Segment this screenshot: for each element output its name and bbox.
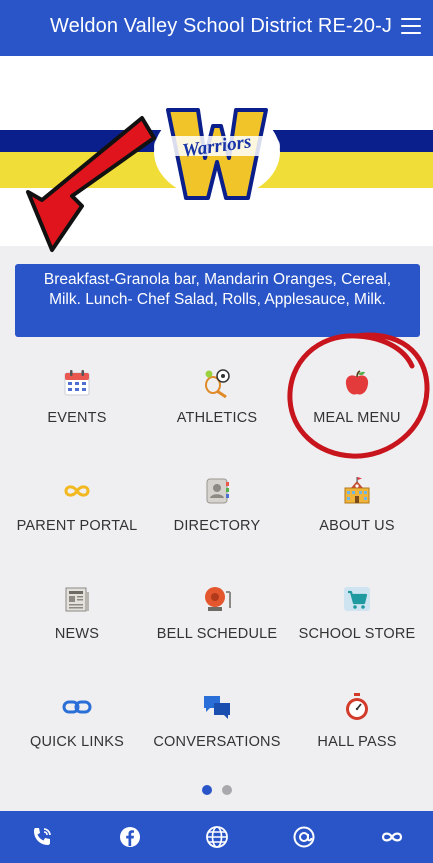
- hamburger-menu-icon[interactable]: [401, 18, 421, 34]
- tile-meal-menu[interactable]: MEAL MENU: [285, 346, 429, 446]
- announcement-banner[interactable]: Breakfast-Granola bar, Mandarin Oranges,…: [15, 264, 420, 337]
- phone-icon[interactable]: [30, 825, 54, 849]
- tile-athletics[interactable]: ATHLETICS: [145, 346, 289, 446]
- school-banner: Warriors: [0, 56, 433, 246]
- school-icon: [344, 477, 370, 504]
- tile-hall-pass[interactable]: HALL PASS: [285, 670, 429, 770]
- tile-label: CONVERSATIONS: [153, 734, 281, 750]
- bottom-navigation-bar: [0, 811, 433, 863]
- tile-school-store[interactable]: SCHOOL STORE: [285, 562, 429, 662]
- tile-conversations[interactable]: CONVERSATIONS: [145, 670, 289, 770]
- tile-quick-links[interactable]: QUICK LINKS: [5, 670, 149, 770]
- tile-about-us[interactable]: ABOUT US: [285, 454, 429, 554]
- tile-news[interactable]: NEWS: [5, 562, 149, 662]
- email-at-icon[interactable]: [292, 825, 316, 849]
- chat-bubbles-icon: [204, 696, 230, 719]
- sports-icon: [205, 369, 230, 398]
- globe-icon[interactable]: [205, 825, 229, 849]
- tile-label: HALL PASS: [317, 734, 397, 750]
- tile-label: DIRECTORY: [173, 518, 261, 534]
- tile-label: ATHLETICS: [176, 410, 258, 426]
- newspaper-icon: [65, 587, 89, 612]
- tile-label: SCHOOL STORE: [298, 626, 416, 642]
- contact-card-icon: [206, 478, 229, 504]
- header-title: Weldon Valley School District RE-20-J: [50, 15, 392, 37]
- tile-label: NEWS: [54, 626, 100, 642]
- warriors-logo: Warriors: [154, 105, 280, 200]
- page-dot-active[interactable]: [202, 785, 212, 795]
- tile-label: EVENTS: [47, 410, 107, 426]
- infinity-icon[interactable]: [380, 825, 404, 849]
- tile-bell-schedule[interactable]: BELL SCHEDULE: [145, 562, 289, 662]
- page-dot[interactable]: [222, 785, 232, 795]
- tile-directory[interactable]: DIRECTORY: [145, 454, 289, 554]
- infinity-icon: [64, 485, 90, 497]
- calendar-icon: [64, 370, 90, 396]
- tile-label: BELL SCHEDULE: [156, 626, 278, 642]
- bell-icon: [205, 587, 231, 611]
- link-icon: [62, 700, 92, 714]
- tile-label: MEAL MENU: [313, 410, 401, 426]
- facebook-icon[interactable]: [118, 825, 142, 849]
- tile-label: PARENT PORTAL: [16, 518, 138, 534]
- app-header: Weldon Valley School District RE-20-J: [0, 0, 433, 56]
- apple-icon: [345, 370, 369, 395]
- tile-label: ABOUT US: [319, 518, 395, 534]
- tile-label: QUICK LINKS: [29, 734, 125, 750]
- shopping-cart-icon: [344, 587, 370, 611]
- page-indicator: [202, 785, 242, 795]
- tile-parent-portal[interactable]: PARENT PORTAL: [5, 454, 149, 554]
- stopwatch-icon: [346, 693, 368, 720]
- tile-events[interactable]: EVENTS: [5, 346, 149, 446]
